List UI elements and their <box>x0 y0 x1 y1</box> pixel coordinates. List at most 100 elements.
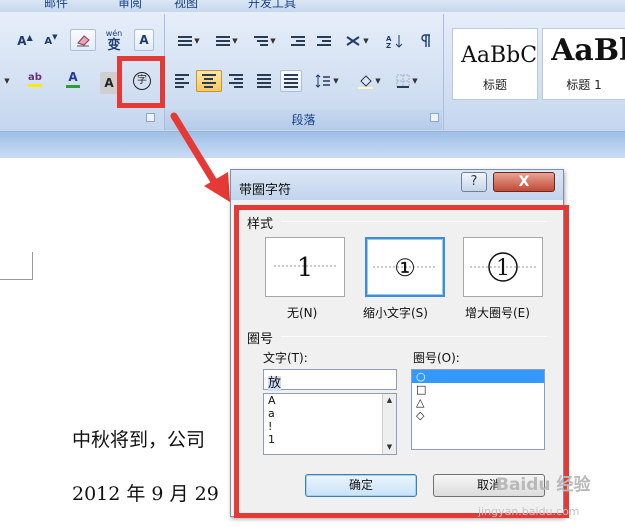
decrease-indent-icon <box>291 36 305 46</box>
style-shrink-preview: ① <box>373 254 437 282</box>
char-shading-button[interactable]: A <box>100 72 118 94</box>
ok-button[interactable]: 确定 <box>305 474 417 497</box>
multilevel-list-button[interactable]: ▼ <box>248 30 282 52</box>
borders-button[interactable]: ▼ <box>390 70 424 92</box>
document-text-line: 中秋将到，公司 <box>72 429 206 451</box>
watermark-url: jingyan.baidu.com <box>478 505 580 518</box>
text-list[interactable]: A a ! 1 ▲ ▼ <box>263 393 397 455</box>
svg-text:1: 1 <box>496 256 510 281</box>
scroll-up-icon[interactable]: ▲ <box>383 394 396 407</box>
clear-format-button[interactable] <box>70 29 96 51</box>
eraser-icon <box>77 35 90 47</box>
dialog-title: 带圈字符 <box>239 183 292 198</box>
align-center-button[interactable] <box>196 70 222 92</box>
style-heading[interactable]: AaBbC 标题 <box>452 28 538 100</box>
list-item[interactable]: a <box>264 407 396 420</box>
align-right-icon <box>229 74 243 88</box>
distributed-icon <box>284 74 298 88</box>
phonetic-guide-button[interactable]: wén 变 <box>102 26 126 54</box>
document-text-line: 2012 年 9 月 29 <box>72 483 219 505</box>
text-highlight-button[interactable]: ab <box>18 68 52 90</box>
tab-view[interactable]: 视图 <box>174 0 198 11</box>
chinese-layout-button[interactable]: ▼ <box>340 30 374 52</box>
style-option-none[interactable]: 1 <box>265 237 345 297</box>
justify-button[interactable] <box>254 70 274 92</box>
shrink-font-button[interactable]: A ▼ <box>40 30 62 52</box>
list-item[interactable]: △ <box>412 396 544 409</box>
align-right-button[interactable] <box>226 70 246 92</box>
list-item[interactable]: ! <box>264 420 396 433</box>
bullet-list-icon <box>178 36 193 46</box>
font-dialog-launcher[interactable] <box>146 113 155 122</box>
paint-bucket-icon <box>358 75 374 89</box>
dialog-body: 样式 1 ① 1 无(N) 缩小文字(S) 增大圈号(E) 圈号 文字(T): … <box>235 204 559 510</box>
text-list-scrollbar[interactable]: ▲ ▼ <box>382 394 396 454</box>
scroll-down-icon[interactable]: ▼ <box>383 441 396 454</box>
ribbon-ruler-band <box>0 132 625 158</box>
list-item[interactable]: ◇ <box>412 409 544 422</box>
watermark: Baidu 经验 <box>496 475 591 495</box>
paragraph-dialog-launcher[interactable] <box>430 113 439 122</box>
decrease-indent-button[interactable] <box>288 30 308 52</box>
style-option-shrink-text[interactable]: ① <box>365 237 445 297</box>
increase-indent-button[interactable] <box>314 30 334 52</box>
multilevel-list-icon <box>254 36 269 46</box>
increase-indent-icon <box>317 36 331 46</box>
ribbon-tab-strip: 邮件 审阅 视图 开发工具 <box>0 0 625 12</box>
svg-text:Z: Z <box>386 42 391 49</box>
align-left-button[interactable] <box>172 70 192 92</box>
margin-corner-mark <box>0 279 32 280</box>
help-button[interactable]: ? <box>461 172 487 192</box>
list-item[interactable]: ○ <box>412 370 544 383</box>
shading-button[interactable]: ▼ <box>352 70 386 92</box>
enclosure-section-label: 圈号 <box>247 332 274 347</box>
justify-icon <box>257 74 271 88</box>
highlight-color-swatch <box>28 83 42 87</box>
tab-mailings[interactable]: 邮件 <box>44 0 68 11</box>
sort-icon: AZ <box>386 35 403 49</box>
svg-text:1: 1 <box>297 253 314 283</box>
enclosure-list[interactable]: ○ □ △ ◇ <box>411 369 545 450</box>
char-border-button[interactable]: A <box>134 29 154 51</box>
style-enlarge-label[interactable]: 增大圈号(E) <box>465 304 530 321</box>
tab-developer[interactable]: 开发工具 <box>248 0 296 11</box>
style-option-enlarge-symbol[interactable]: 1 <box>463 237 543 297</box>
style-heading-1[interactable]: AaBl 标题 1 <box>542 28 625 100</box>
distributed-button[interactable] <box>280 70 302 92</box>
style-enlarge-preview: 1 <box>470 252 536 282</box>
ribbon: A ▲ A ▼ wén 变 A ▼ ab A A 字 ▼ ▼ ▼ ▼ A Z ▼… <box>0 12 625 132</box>
line-spacing-icon <box>315 74 331 88</box>
list-item[interactable]: 1 <box>264 433 396 446</box>
font-color-swatch <box>66 85 80 88</box>
numbered-list-icon <box>216 36 231 46</box>
section-divider <box>281 221 547 222</box>
grow-font-button[interactable]: A ▲ <box>14 30 36 52</box>
chinese-layout-icon <box>346 36 360 46</box>
close-button[interactable]: X <box>493 172 555 192</box>
style-shrink-label[interactable]: 缩小文字(S) <box>363 304 428 321</box>
style-none-preview: 1 <box>274 253 336 283</box>
pointer-arrow <box>170 112 230 202</box>
dialog-title-bar[interactable]: 带圈字符 ? X <box>231 170 563 200</box>
list-item[interactable]: □ <box>412 383 544 396</box>
style-none-label[interactable]: 无(N) <box>287 304 317 321</box>
font-dropdown-arrow[interactable]: ▼ <box>0 70 12 92</box>
svg-text:①: ① <box>394 254 416 282</box>
bullets-button[interactable]: ▼ <box>172 30 206 52</box>
text-input[interactable]: 放 <box>263 369 397 391</box>
section-divider <box>281 336 547 337</box>
paragraph-mark-icon <box>421 34 430 47</box>
font-color-button[interactable]: A <box>56 68 90 90</box>
tab-review[interactable]: 审阅 <box>118 0 142 11</box>
show-marks-button[interactable] <box>414 30 438 52</box>
sort-button[interactable]: AZ <box>382 30 408 52</box>
line-spacing-button[interactable]: ▼ <box>310 70 344 92</box>
numbering-button[interactable]: ▼ <box>210 30 244 52</box>
margin-corner-mark <box>32 252 33 280</box>
style-section-label: 样式 <box>247 217 274 232</box>
text-field-label: 文字(T): <box>263 351 308 365</box>
highlight-box-ribbon-button <box>117 56 165 108</box>
enclosure-field-label: 圈号(O): <box>413 351 460 365</box>
group-separator <box>443 14 444 130</box>
list-item[interactable]: A <box>264 394 396 407</box>
